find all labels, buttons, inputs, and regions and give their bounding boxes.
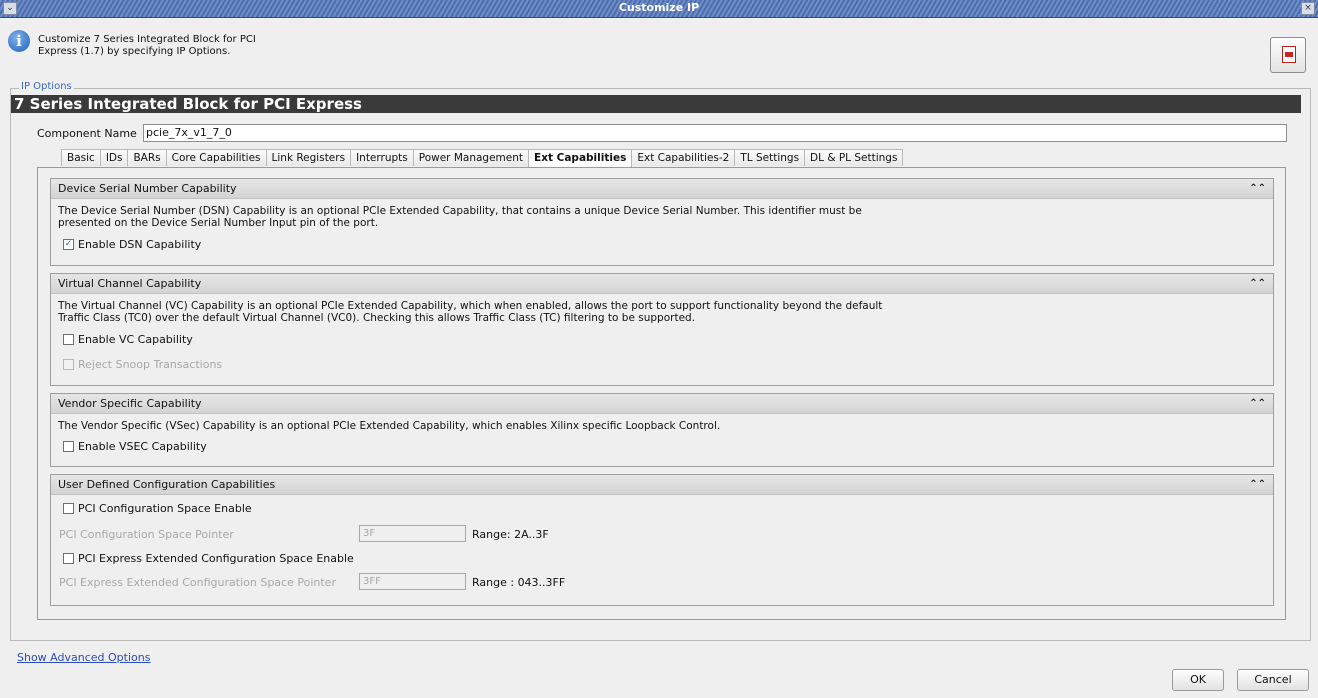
tab-basic[interactable]: Basic <box>61 149 101 166</box>
cancel-button[interactable]: Cancel <box>1237 669 1309 691</box>
pcie-ext-config-enable-checkbox[interactable]: PCI Express Extended Configuration Space… <box>63 552 354 565</box>
info-icon: i <box>8 30 30 52</box>
panel-udc-title: User Defined Configuration Capabilities <box>58 478 276 491</box>
tab-bars[interactable]: BARs <box>127 149 167 166</box>
panel-dsn-header[interactable]: Device Serial Number Capability ⌃⌃ <box>51 179 1273 199</box>
panel-vsec: Vendor Specific Capability ⌃⌃ The Vendor… <box>50 393 1274 467</box>
tab-link-registers[interactable]: Link Registers <box>265 149 352 166</box>
collapse-icon[interactable]: ⌃⌃ <box>1249 475 1266 494</box>
pcie-ext-config-pointer-input[interactable]: 3FF <box>359 573 466 590</box>
pcie-ext-config-pointer-label: PCI Express Extended Configuration Space… <box>59 576 336 589</box>
panel-vc-text-2: Traffic Class (TC0) over the default Vir… <box>58 312 696 324</box>
close-icon[interactable]: × <box>1301 2 1315 15</box>
tab-power-management[interactable]: Power Management <box>412 149 530 166</box>
pci-config-pointer-input[interactable]: 3F <box>359 525 466 542</box>
tab-interrupts[interactable]: Interrupts <box>350 149 414 166</box>
pci-config-pointer-label: PCI Configuration Space Pointer <box>59 528 234 541</box>
pci-config-pointer-range: Range: 2A..3F <box>472 528 549 541</box>
tab-core-capabilities[interactable]: Core Capabilities <box>165 149 267 166</box>
pcie-ext-config-pointer-range: Range : 043..3FF <box>472 576 566 589</box>
ip-options-legend: IP Options <box>19 81 74 92</box>
panel-vc-text-1: The Virtual Channel (VC) Capability is a… <box>58 300 883 312</box>
panel-vc: Virtual Channel Capability ⌃⌃ The Virtua… <box>50 273 1274 386</box>
pcie-ext-config-enable-label: PCI Express Extended Configuration Space… <box>78 552 354 565</box>
enable-vsec-label: Enable VSEC Capability <box>78 440 207 453</box>
collapse-icon[interactable]: ⌃⌃ <box>1249 274 1266 293</box>
window-title: Customize IP <box>618 1 700 14</box>
enable-dsn-label: Enable DSN Capability <box>78 238 202 251</box>
panel-dsn: Device Serial Number Capability ⌃⌃ The D… <box>50 178 1274 266</box>
panel-vsec-text-1: The Vendor Specific (VSec) Capability is… <box>58 420 721 432</box>
checkbox-icon <box>63 553 74 564</box>
tab-ext-capabilities-2[interactable]: Ext Capabilities-2 <box>631 149 736 166</box>
checkbox-icon <box>63 503 74 514</box>
enable-dsn-checkbox[interactable]: ✓ Enable DSN Capability <box>63 238 201 251</box>
documentation-button[interactable] <box>1270 37 1306 73</box>
panel-user-defined-config: User Defined Configuration Capabilities … <box>50 474 1274 606</box>
checkbox-icon <box>63 441 74 452</box>
tab-tl-settings[interactable]: TL Settings <box>734 149 806 166</box>
reject-snoop-checkbox[interactable]: Reject Snoop Transactions <box>63 358 222 371</box>
window-titlebar[interactable]: ⌄ Customize IP × <box>0 0 1318 18</box>
checkbox-icon <box>63 334 74 345</box>
panel-dsn-text-1: The Device Serial Number (DSN) Capabilit… <box>58 205 862 217</box>
pci-config-space-enable-checkbox[interactable]: PCI Configuration Space Enable <box>63 502 252 515</box>
ok-button[interactable]: OK <box>1172 669 1224 691</box>
panel-dsn-title: Device Serial Number Capability <box>58 182 237 195</box>
reject-snoop-label: Reject Snoop Transactions <box>78 358 223 371</box>
panel-udc-header[interactable]: User Defined Configuration Capabilities … <box>51 475 1273 495</box>
checkbox-checked-icon: ✓ <box>63 239 74 250</box>
checkbox-icon <box>63 359 74 370</box>
panel-vc-title: Virtual Channel Capability <box>58 277 202 290</box>
show-advanced-options-link[interactable]: Show Advanced Options <box>17 651 150 664</box>
panel-dsn-text-2: presented on the Device Serial Number In… <box>58 217 379 229</box>
pci-config-space-enable-label: PCI Configuration Space Enable <box>78 502 252 515</box>
enable-vc-checkbox[interactable]: Enable VC Capability <box>63 333 193 346</box>
component-name-input[interactable]: pcie_7x_v1_7_0 <box>143 124 1287 142</box>
tab-ext-capabilities[interactable]: Ext Capabilities <box>528 149 633 167</box>
ip-description: Customize 7 Series Integrated Block for … <box>38 34 256 57</box>
collapse-icon[interactable]: ⌃⌃ <box>1249 179 1266 198</box>
panel-vsec-header[interactable]: Vendor Specific Capability ⌃⌃ <box>51 394 1273 414</box>
panel-vc-header[interactable]: Virtual Channel Capability ⌃⌃ <box>51 274 1273 294</box>
enable-vc-label: Enable VC Capability <box>78 333 193 346</box>
tab-ids[interactable]: IDs <box>99 149 129 166</box>
enable-vsec-checkbox[interactable]: Enable VSEC Capability <box>63 440 207 453</box>
component-name-label: Component Name <box>37 127 137 140</box>
collapse-icon[interactable]: ⌃⌃ <box>1249 394 1266 413</box>
pdf-document-icon <box>1282 46 1296 63</box>
ip-title-banner: 7 Series Integrated Block for PCI Expres… <box>11 95 1301 113</box>
panel-vsec-title: Vendor Specific Capability <box>58 397 202 410</box>
tab-dl-pl-settings[interactable]: DL & PL Settings <box>804 149 904 166</box>
tab-bar: Basic IDs BARs Core Capabilities Link Re… <box>61 149 904 167</box>
